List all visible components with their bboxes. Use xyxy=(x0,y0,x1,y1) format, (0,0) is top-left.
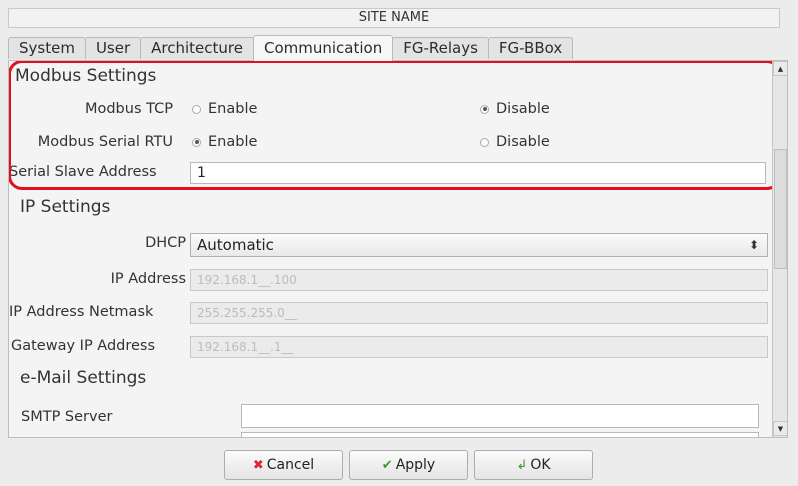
scroll-thumb[interactable] xyxy=(774,149,787,269)
tab-system[interactable]: System xyxy=(8,37,86,59)
ip-netmask-label: IP Address Netmask xyxy=(9,304,154,320)
cancel-button-label: Cancel xyxy=(266,457,315,473)
ip-address-label: IP Address xyxy=(110,271,186,287)
modbus-tcp-disable-radio[interactable]: Disable xyxy=(480,101,550,117)
vertical-scrollbar[interactable]: ▲ ▼ xyxy=(772,61,787,437)
tab-communication[interactable]: Communication xyxy=(252,35,394,61)
modbus-tcp-enable-label: Enable xyxy=(208,101,258,117)
ok-button[interactable]: ↲ OK xyxy=(474,450,593,480)
modbus-serial-enable-radio[interactable]: Enable xyxy=(192,134,257,150)
dhcp-value: Automatic xyxy=(197,236,274,254)
serial-slave-address-label: Serial Slave Address xyxy=(9,164,157,180)
gateway-ip-label: Gateway IP Address xyxy=(11,338,156,354)
checkmark-icon: ✔ xyxy=(381,457,393,473)
modbus-serial-disable-label: Disable xyxy=(496,134,550,150)
communication-panel: Modbus Settings Modbus TCP Enable Disabl… xyxy=(8,60,788,438)
email-settings-title: e-Mail Settings xyxy=(20,368,147,388)
modbus-serial-enable-label: Enable xyxy=(208,134,258,150)
cancel-button[interactable]: ✖ Cancel xyxy=(224,450,343,480)
tab-fg-bbox[interactable]: FG-BBox xyxy=(487,37,574,59)
serial-slave-address-input[interactable]: 1 xyxy=(190,162,766,184)
ip-netmask-input[interactable]: 255.255.255.0__ xyxy=(190,302,768,324)
modbus-tcp-disable-label: Disable xyxy=(496,101,550,117)
updown-arrows-icon: ⬍ xyxy=(748,238,759,252)
radio-unchecked-icon xyxy=(192,104,201,114)
dhcp-select[interactable]: Automatic ⬍ xyxy=(190,233,768,257)
modbus-serial-rtu-label: Modbus Serial RTU xyxy=(37,134,173,150)
window-title: SITE NAME xyxy=(8,8,780,28)
ok-arrow-icon: ↲ xyxy=(516,457,528,473)
next-field-input[interactable] xyxy=(241,432,759,437)
smtp-server-input[interactable] xyxy=(241,404,759,428)
modbus-tcp-label: Modbus TCP xyxy=(84,101,173,117)
radio-checked-icon xyxy=(192,137,201,147)
radio-checked-icon xyxy=(480,104,489,114)
cancel-circle-icon: ✖ xyxy=(252,457,264,473)
tab-bar: System User Architecture Communication F… xyxy=(8,35,574,61)
ip-address-input[interactable]: 192.168.1__.100 xyxy=(190,269,768,291)
radio-unchecked-icon xyxy=(480,137,489,147)
dhcp-label: DHCP xyxy=(145,235,186,251)
scroll-up-icon[interactable]: ▲ xyxy=(773,61,787,76)
modbus-serial-disable-radio[interactable]: Disable xyxy=(480,134,550,150)
tab-architecture[interactable]: Architecture xyxy=(140,37,254,59)
smtp-server-label: SMTP Server xyxy=(21,409,113,425)
modbus-tcp-enable-radio[interactable]: Enable xyxy=(192,101,257,117)
modbus-settings-title: Modbus Settings xyxy=(15,66,157,86)
apply-button-label: Apply xyxy=(395,457,436,473)
tab-user[interactable]: User xyxy=(84,37,142,59)
scroll-down-icon[interactable]: ▼ xyxy=(773,421,787,436)
gateway-ip-input[interactable]: 192.168.1__.1__ xyxy=(190,336,768,358)
ip-settings-title: IP Settings xyxy=(20,197,111,217)
apply-button[interactable]: ✔ Apply xyxy=(349,450,468,480)
tab-fg-relays[interactable]: FG-Relays xyxy=(392,37,489,59)
ok-button-label: OK xyxy=(530,457,551,473)
